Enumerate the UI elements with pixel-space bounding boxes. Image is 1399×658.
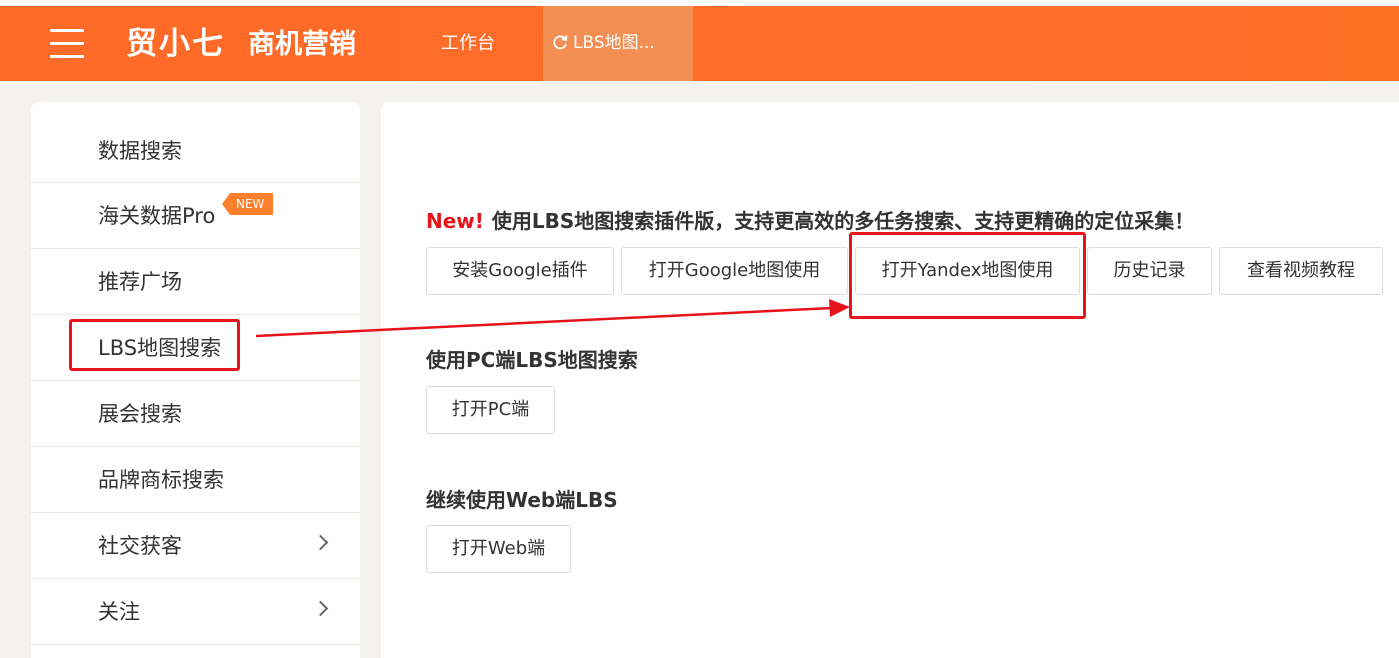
sidebar-item-label: 关注	[98, 600, 140, 624]
sidebar-item-data-search[interactable]: 数据搜索	[31, 102, 360, 183]
sidebar-item-label: 展会搜索	[98, 402, 182, 426]
hamburger-menu-icon[interactable]	[50, 29, 84, 59]
sidebar-item-label: 社交获客	[98, 534, 182, 558]
open-web-button[interactable]: 打开Web端	[426, 525, 571, 573]
sidebar-item-label: 数据搜索	[98, 139, 182, 163]
refresh-icon	[553, 34, 568, 49]
sidebar-item-label: 品牌商标搜索	[98, 468, 224, 492]
chevron-right-icon	[312, 534, 329, 551]
sidebar-item-exhibition-search[interactable]: 展会搜索	[31, 381, 360, 447]
sidebar-item-label: 海关数据Pro	[98, 204, 216, 228]
sidebar-item-brand-search[interactable]: 品牌商标搜索	[31, 447, 360, 513]
sidebar-item-recommend-square[interactable]: 推荐广场	[31, 249, 360, 315]
open-yandex-map-button[interactable]: 打开Yandex地图使用	[855, 247, 1080, 295]
main-panel: New! 使用LBS地图搜索插件版，支持更高效的多任务搜索、支持更精确的定位采集！…	[381, 102, 1399, 658]
new-tag: New!	[426, 209, 484, 233]
chevron-right-icon	[312, 600, 329, 617]
app-logo: 贸小七	[126, 26, 225, 62]
sidebar-item-social-acquisition[interactable]: 社交获客	[31, 513, 360, 579]
tab-lbs-map[interactable]: LBS地图...	[543, 6, 693, 81]
sidebar-item-lbs-map-search[interactable]: LBS地图搜索	[31, 315, 360, 381]
history-button[interactable]: 历史记录	[1087, 247, 1212, 295]
app-header: 贸小七 商机营销 工作台 LBS地图...	[0, 6, 1399, 81]
sidebar-item-customs-data-pro[interactable]: 海关数据Pro NEW	[31, 183, 360, 249]
open-pc-button[interactable]: 打开PC端	[426, 386, 555, 434]
install-google-plugin-button[interactable]: 安装Google插件	[426, 247, 614, 295]
sidebar-item-follow[interactable]: 关注	[31, 579, 360, 645]
open-google-map-button[interactable]: 打开Google地图使用	[621, 247, 848, 295]
pc-heading: 使用PC端LBS地图搜索	[426, 348, 638, 372]
new-badge: NEW	[222, 193, 274, 215]
tab-lbs-map-label: LBS地图...	[573, 33, 655, 53]
sidebar: 数据搜索 海关数据Pro NEW 推荐广场 LBS地图搜索 展会搜索 品牌商标搜…	[31, 102, 360, 658]
sidebar-item-label: LBS地图搜索	[98, 336, 222, 360]
plugin-heading-text: 使用LBS地图搜索插件版，支持更高效的多任务搜索、支持更精确的定位采集！	[491, 209, 1195, 233]
video-tutorial-button[interactable]: 查看视频教程	[1219, 247, 1383, 295]
sidebar-item-label: 推荐广场	[98, 270, 182, 294]
app-subtitle: 商机营销	[248, 29, 356, 60]
plugin-heading: New! 使用LBS地图搜索插件版，支持更高效的多任务搜索、支持更精确的定位采集！	[426, 205, 1194, 234]
nav-workbench[interactable]: 工作台	[441, 30, 495, 58]
web-heading: 继续使用Web端LBS	[426, 488, 618, 512]
